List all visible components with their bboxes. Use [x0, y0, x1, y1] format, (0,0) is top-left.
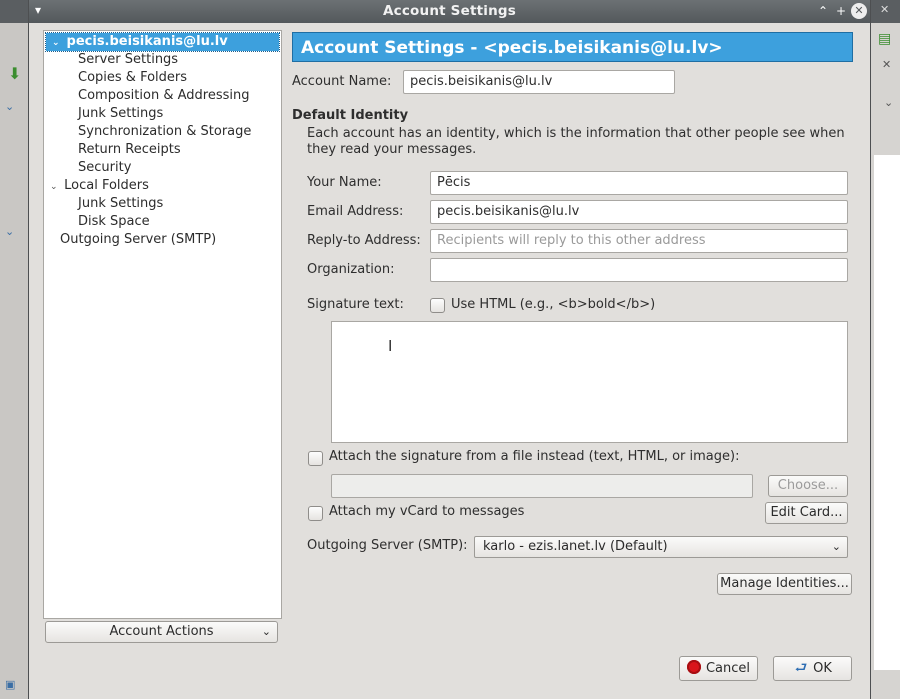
identity-description-line-2: they read your messages. — [307, 142, 477, 157]
account-name-label: Account Name: — [292, 74, 392, 89]
page-header: Account Settings - <pecis.beisikanis@lu.… — [292, 32, 853, 62]
tree-item-label: Local Folders — [64, 178, 149, 193]
choose-file-button[interactable]: Choose... — [768, 475, 848, 497]
tree-item-label: pecis.beisikanis@lu.lv — [66, 34, 228, 49]
background-app-right-pane — [874, 155, 900, 670]
background-network-icon: ▣ — [5, 678, 16, 691]
email-address-field[interactable]: pecis.beisikanis@lu.lv — [430, 200, 848, 224]
manage-identities-button[interactable]: Manage Identities... — [717, 573, 852, 595]
tree-item-disk-space[interactable]: Disk Space — [78, 213, 150, 231]
tree-item-label: Disk Space — [78, 214, 150, 229]
tree-item-composition[interactable]: Composition & Addressing — [78, 87, 249, 105]
tree-item-label: Return Receipts — [78, 142, 181, 157]
reply-to-field[interactable]: Recipients will reply to this other addr… — [430, 229, 848, 253]
cancel-label: Cancel — [705, 661, 751, 676]
ok-icon: ⮐ — [794, 660, 808, 676]
signature-textarea[interactable] — [331, 321, 848, 443]
outgoing-server-label: Outgoing Server (SMTP): — [307, 538, 468, 553]
text-cursor-icon: I — [388, 337, 393, 355]
outgoing-server-value: karlo - ezis.lanet.lv (Default) — [483, 539, 668, 554]
tree-item-label: Junk Settings — [78, 196, 164, 211]
title-bar: ▾ Account Settings ⌃ + ✕ — [29, 0, 870, 23]
default-identity-title: Default Identity — [292, 108, 409, 123]
outgoing-server-select[interactable]: karlo - ezis.lanet.lv (Default) ⌄ — [474, 536, 848, 558]
minimize-icon[interactable]: ⌃ — [815, 3, 831, 19]
attach-vcard-label: Attach my vCard to messages — [329, 504, 525, 519]
tree-item-local-junk-settings[interactable]: Junk Settings — [78, 195, 163, 213]
account-name-field[interactable]: pecis.beisikanis@lu.lv — [403, 70, 675, 94]
tree-item-label: Copies & Folders — [78, 70, 188, 85]
attach-signature-checkbox[interactable] — [308, 451, 323, 466]
identity-description-line-1: Each account has an identity, which is t… — [307, 126, 845, 141]
background-expand-icon: ⌄ — [5, 100, 15, 113]
organization-label: Organization: — [307, 262, 395, 277]
account-actions-button[interactable]: Account Actions ⌄ — [45, 621, 278, 643]
your-name-field[interactable]: Pēcis — [430, 171, 848, 195]
ok-button[interactable]: ⮐ OK — [773, 656, 852, 681]
tree-item-label: Junk Settings — [78, 106, 164, 121]
tree-item-label: Server Settings — [78, 52, 179, 67]
background-download-icon: ⬇ — [8, 64, 22, 83]
tree-item-junk-settings[interactable]: Junk Settings — [78, 105, 163, 123]
attach-signature-label: Attach the signature from a file instead… — [329, 449, 740, 464]
ok-label: OK — [813, 661, 832, 676]
tree-item-label: Synchronization & Storage — [78, 124, 252, 139]
expand-twisty-icon[interactable]: ⌄ — [50, 178, 60, 196]
cancel-button[interactable]: Cancel — [679, 656, 758, 681]
tree-item-security[interactable]: Security — [78, 159, 131, 177]
signature-text-label: Signature text: — [307, 297, 404, 312]
account-settings-dialog: ▾ Account Settings ⌃ + ✕ ⌄ pecis.beisika… — [29, 0, 870, 699]
tree-item-label: Outgoing Server (SMTP) — [60, 232, 217, 247]
tree-item-label: Security — [78, 160, 132, 175]
tree-item-copies-folders[interactable]: Copies & Folders — [78, 69, 187, 87]
cancel-icon — [686, 660, 701, 674]
email-address-label: Email Address: — [307, 204, 404, 219]
tree-item-server-settings[interactable]: Server Settings — [78, 51, 178, 69]
expand-twisty-icon[interactable]: ⌄ — [52, 34, 62, 52]
close-icon[interactable]: ✕ — [851, 3, 867, 19]
tree-item-account[interactable]: ⌄ pecis.beisikanis@lu.lv — [45, 32, 280, 52]
background-app-toolbar — [0, 0, 29, 23]
account-tree[interactable]: ⌄ pecis.beisikanis@lu.lv Server Settings… — [43, 30, 282, 619]
chevron-down-icon: ⌄ — [831, 540, 841, 553]
use-html-label: Use HTML (e.g., <b>bold</b>) — [451, 297, 656, 312]
use-html-checkbox[interactable] — [430, 298, 445, 313]
chevron-down-icon: ⌄ — [261, 625, 271, 638]
tree-item-local-folders[interactable]: ⌄ Local Folders — [50, 177, 149, 195]
tree-item-return-receipts[interactable]: Return Receipts — [78, 141, 181, 159]
background-expand-icon-2: ⌄ — [5, 225, 15, 238]
edit-card-button[interactable]: Edit Card... — [765, 502, 848, 524]
window-title: Account Settings — [382, 3, 517, 19]
background-chevron-icon: ⌄ — [884, 96, 894, 109]
your-name-label: Your Name: — [307, 175, 382, 190]
background-close-icon: ✕ — [880, 3, 890, 16]
tree-item-sync-storage[interactable]: Synchronization & Storage — [78, 123, 251, 141]
tree-item-outgoing-server[interactable]: Outgoing Server (SMTP) — [60, 231, 216, 249]
maximize-icon[interactable]: + — [833, 3, 849, 19]
background-addressbook-icon: ▤ — [878, 31, 892, 47]
tree-item-label: Composition & Addressing — [78, 88, 250, 103]
signature-file-path-field[interactable] — [331, 474, 753, 498]
account-actions-label: Account Actions — [109, 624, 214, 639]
organization-field[interactable] — [430, 258, 848, 282]
background-close-tab-icon: ✕ — [882, 58, 892, 71]
reply-to-label: Reply-to Address: — [307, 233, 421, 248]
attach-vcard-checkbox[interactable] — [308, 506, 323, 521]
